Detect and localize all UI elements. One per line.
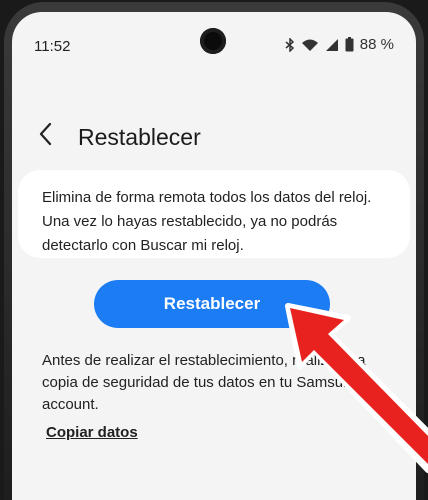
status-time: 11:52 [34,38,71,55]
info-card-text: Elimina de forma remota todos los datos … [42,189,372,254]
reset-button[interactable]: Restablecer [94,280,330,328]
screen: 11:52 88 % Restablecer Elimina de forma … [12,12,416,500]
info-card: Elimina de forma remota todos los datos … [18,170,410,258]
page-title: Restablecer [78,124,201,150]
back-button[interactable] [38,114,68,154]
battery-percent: 88 % [359,36,394,53]
status-icons: 88 % [285,36,394,53]
chevron-left-icon [39,122,52,146]
phone-frame: 11:52 88 % Restablecer Elimina de forma … [0,0,428,500]
status-bar: 11:52 88 % [12,12,416,55]
bluetooth-icon [285,37,295,52]
wifi-icon [301,38,319,52]
backup-note: Antes de realizar el restablecimiento, r… [42,352,366,413]
signal-icon [325,38,339,52]
battery-icon [345,37,354,52]
copy-data-link[interactable]: Copiar datos [46,424,138,441]
page-header: Restablecer [12,112,416,156]
front-camera [200,28,226,54]
